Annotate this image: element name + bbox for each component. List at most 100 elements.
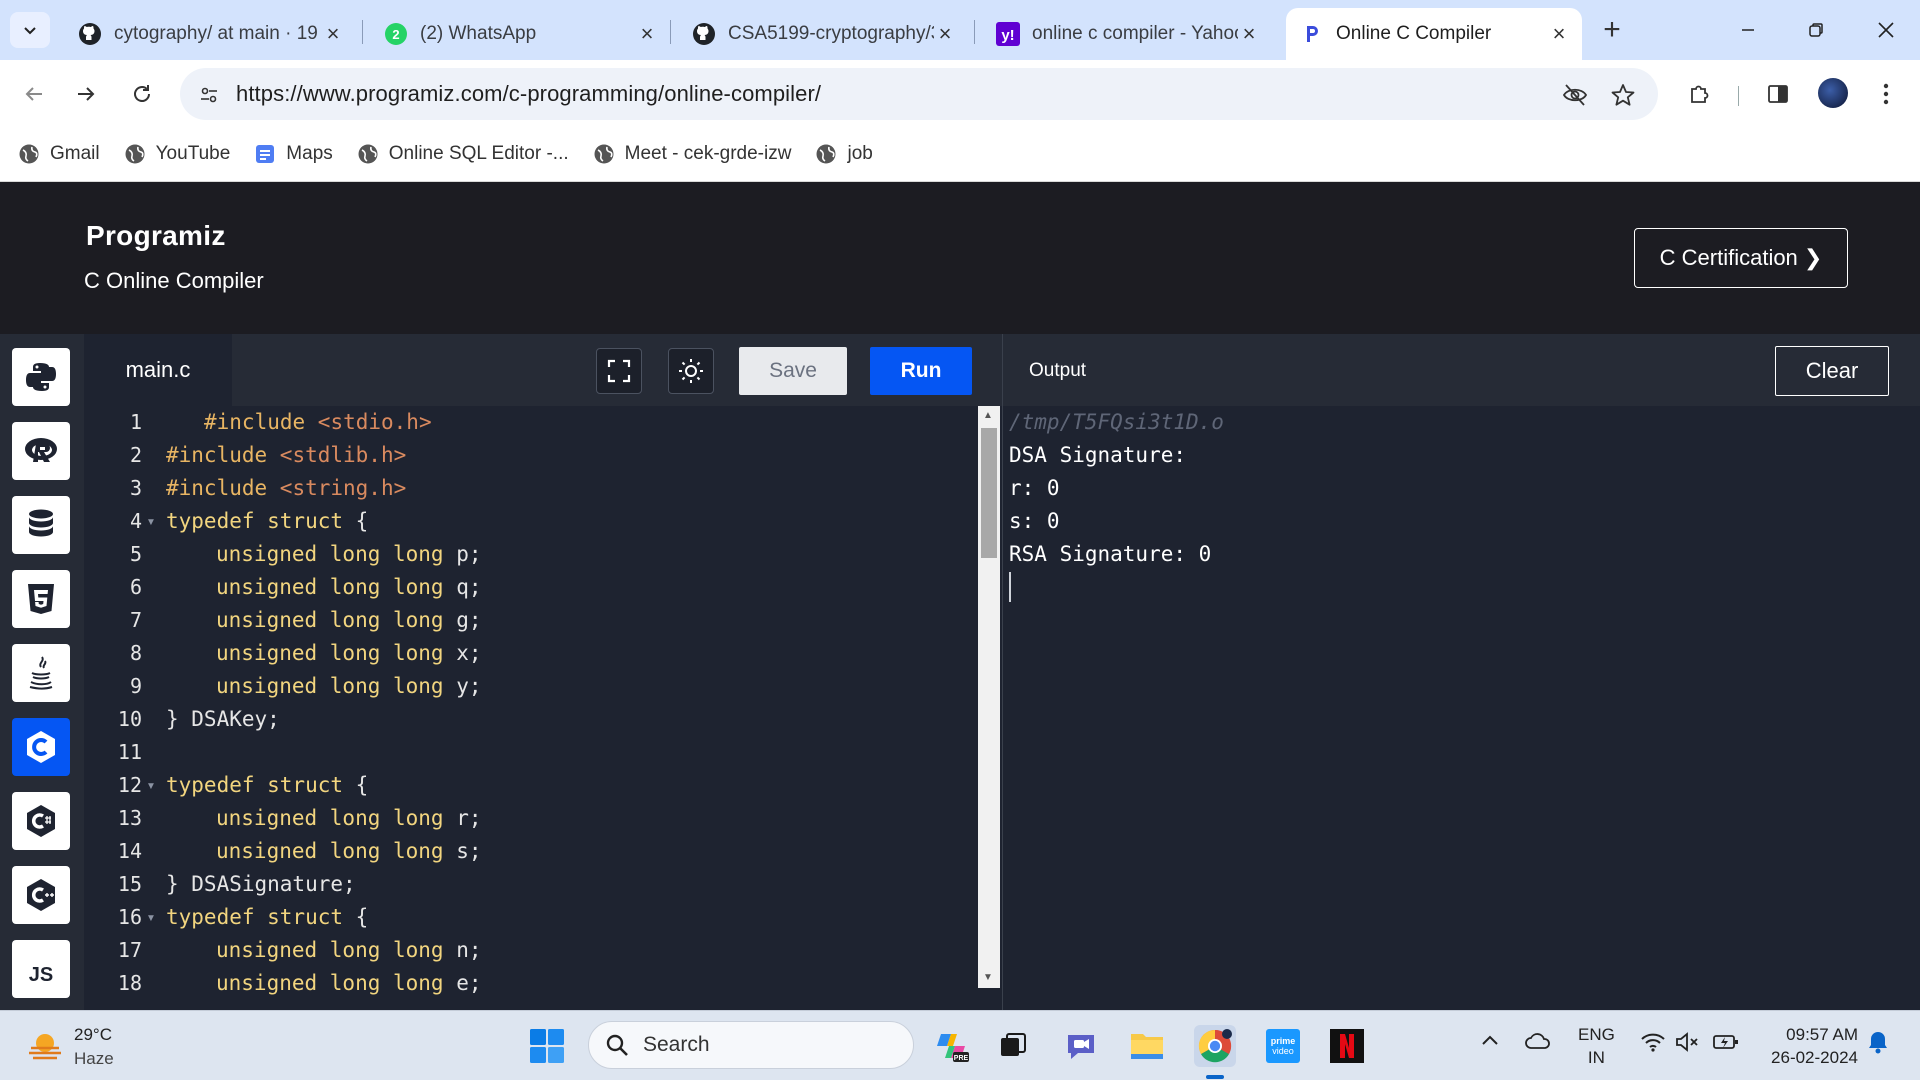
profile-avatar[interactable] xyxy=(1818,78,1848,108)
browser-tab[interactable]: y! online c compiler - Yahoo × xyxy=(982,8,1272,60)
bookmark-job[interactable]: job xyxy=(815,143,873,165)
file-explorer-button[interactable] xyxy=(1126,1025,1168,1067)
star-icon[interactable] xyxy=(1608,80,1638,110)
site-info-icon[interactable] xyxy=(194,80,224,110)
arrow-right-icon xyxy=(78,87,95,101)
volume-tray[interactable] xyxy=(1674,1031,1700,1058)
start-button[interactable] xyxy=(526,1025,568,1067)
clock-time: 09:57 AM xyxy=(1786,1025,1858,1044)
side-panel-button[interactable] xyxy=(1758,74,1798,114)
yahoo-icon: y! xyxy=(996,22,1020,46)
teams-chat-button[interactable] xyxy=(1060,1025,1102,1067)
eye-off-icon[interactable] xyxy=(1560,80,1590,110)
browser-tab-active[interactable]: Online C Compiler × xyxy=(1286,8,1582,60)
bookmark-youtube[interactable]: YouTube xyxy=(124,143,230,165)
browser-tab[interactable]: CSA5199-cryptography/3 × xyxy=(678,8,968,60)
bookmark-online-sql-editor[interactable]: Online SQL Editor -... xyxy=(357,143,569,165)
battery-tray[interactable] xyxy=(1712,1031,1740,1058)
bookmark-maps[interactable]: Maps xyxy=(254,143,333,165)
output-header: Output Clear xyxy=(1002,334,1920,406)
windows-icon xyxy=(530,1029,564,1063)
restore-button[interactable] xyxy=(1796,10,1836,50)
line-number: 3 xyxy=(129,476,142,500)
forward-button[interactable] xyxy=(66,74,106,114)
document-icon xyxy=(254,143,276,165)
code-line: unsigned long long g; xyxy=(216,608,482,632)
input-language[interactable]: ENG IN xyxy=(1578,1023,1615,1069)
svg-text:video: video xyxy=(1272,1046,1294,1056)
address-bar[interactable]: https://www.programiz.com/c-programming/… xyxy=(180,68,1658,120)
netflix-button[interactable] xyxy=(1326,1025,1368,1067)
lang-cpp-button[interactable] xyxy=(12,866,70,924)
lang-java-button[interactable] xyxy=(12,644,70,702)
output-line: r: 0 xyxy=(1009,476,1060,500)
task-view-button[interactable] xyxy=(992,1025,1034,1067)
browser-menu-button[interactable] xyxy=(1866,74,1906,114)
minimize-button[interactable] xyxy=(1728,10,1768,50)
lang-sql-button[interactable] xyxy=(12,496,70,554)
save-button[interactable]: Save xyxy=(739,347,847,395)
close-window-button[interactable] xyxy=(1866,10,1906,50)
lang-csharp-button[interactable] xyxy=(12,792,70,850)
theme-toggle-button[interactable] xyxy=(668,348,714,394)
lang-html-button[interactable] xyxy=(12,570,70,628)
output-console[interactable]: /tmp/T5FQsi3t1D.o DSA Signature: r: 0 s:… xyxy=(1002,406,1920,1010)
close-tab-icon[interactable]: × xyxy=(1548,21,1570,46)
scroll-down-icon[interactable]: ▼ xyxy=(983,972,993,983)
file-tab[interactable]: main.c xyxy=(84,334,232,406)
globe-icon xyxy=(815,143,837,165)
reload-button[interactable] xyxy=(122,74,162,114)
code-line: #include <string.h> xyxy=(166,476,407,500)
run-button[interactable]: Run xyxy=(870,347,972,395)
notifications-button[interactable] xyxy=(1866,1029,1890,1060)
show-hidden-icons[interactable] xyxy=(1480,1031,1500,1056)
code-line: unsigned long long y; xyxy=(216,674,482,698)
prime-video-button[interactable]: prime video xyxy=(1262,1025,1304,1067)
bookmark-gmail[interactable]: Gmail xyxy=(18,143,100,165)
lang-python-button[interactable] xyxy=(12,348,70,406)
lang-r-button[interactable] xyxy=(12,422,70,480)
taskbar-search[interactable]: Search xyxy=(588,1021,914,1069)
close-tab-icon[interactable]: × xyxy=(934,21,956,46)
fullscreen-button[interactable] xyxy=(596,348,642,394)
editor-scrollbar[interactable]: ▲ ▼ xyxy=(978,406,1000,988)
fold-arrow-icon[interactable]: ▼ xyxy=(146,517,156,528)
lang-c-button[interactable] xyxy=(12,718,70,776)
scroll-up-icon[interactable]: ▲ xyxy=(983,410,993,421)
chrome-button[interactable] xyxy=(1194,1025,1236,1067)
tab-search-button[interactable] xyxy=(10,12,50,48)
svg-text:PRE: PRE xyxy=(954,1055,969,1062)
new-tab-button[interactable]: + xyxy=(1596,13,1628,46)
clear-button[interactable]: Clear xyxy=(1775,346,1889,396)
system-clock[interactable]: 09:57 AM 26-02-2024 xyxy=(1758,1023,1858,1069)
svg-text:prime: prime xyxy=(1271,1036,1296,1046)
svg-text:y!: y! xyxy=(1001,27,1014,44)
code-editor[interactable]: 1 2 3 4 5 6 7 8 9 10 11 12 13 14 15 16 1… xyxy=(84,406,1002,1010)
line-number: 1 xyxy=(129,410,142,434)
r-language-icon xyxy=(25,438,57,462)
close-tab-icon[interactable]: × xyxy=(322,21,344,46)
c-certification-button[interactable]: C Certification ❯ xyxy=(1634,228,1848,288)
bookmark-meet[interactable]: Meet - cek-grde-izw xyxy=(593,143,791,165)
browser-tab[interactable]: cytography/ at main · 19 × xyxy=(64,8,356,60)
wifi-tray[interactable] xyxy=(1640,1031,1666,1058)
page-title: C Online Compiler xyxy=(84,268,264,293)
scrollbar-thumb[interactable] xyxy=(981,428,997,558)
onedrive-tray[interactable] xyxy=(1524,1031,1552,1056)
close-tab-icon[interactable]: × xyxy=(1238,21,1260,46)
fold-arrow-icon[interactable]: ▼ xyxy=(146,781,156,792)
restore-icon xyxy=(1809,23,1823,37)
whatsapp-icon: 2 xyxy=(384,22,408,46)
tab-title: CSA5199-cryptography/3 xyxy=(728,23,934,44)
programiz-logo[interactable]: Programiz xyxy=(86,220,226,252)
extensions-button[interactable] xyxy=(1680,74,1720,114)
weather-widget[interactable]: 29°C Haze xyxy=(26,1023,114,1071)
browser-tab[interactable]: 2 (2) WhatsApp × xyxy=(370,8,670,60)
close-tab-icon[interactable]: × xyxy=(636,21,658,46)
lang-js-button[interactable]: JS xyxy=(12,940,70,998)
bell-icon xyxy=(1869,1032,1887,1054)
copilot-button[interactable]: PRE xyxy=(930,1025,972,1067)
back-button[interactable] xyxy=(14,74,54,114)
folder-icon xyxy=(1131,1034,1163,1059)
fold-arrow-icon[interactable]: ▼ xyxy=(146,913,156,924)
